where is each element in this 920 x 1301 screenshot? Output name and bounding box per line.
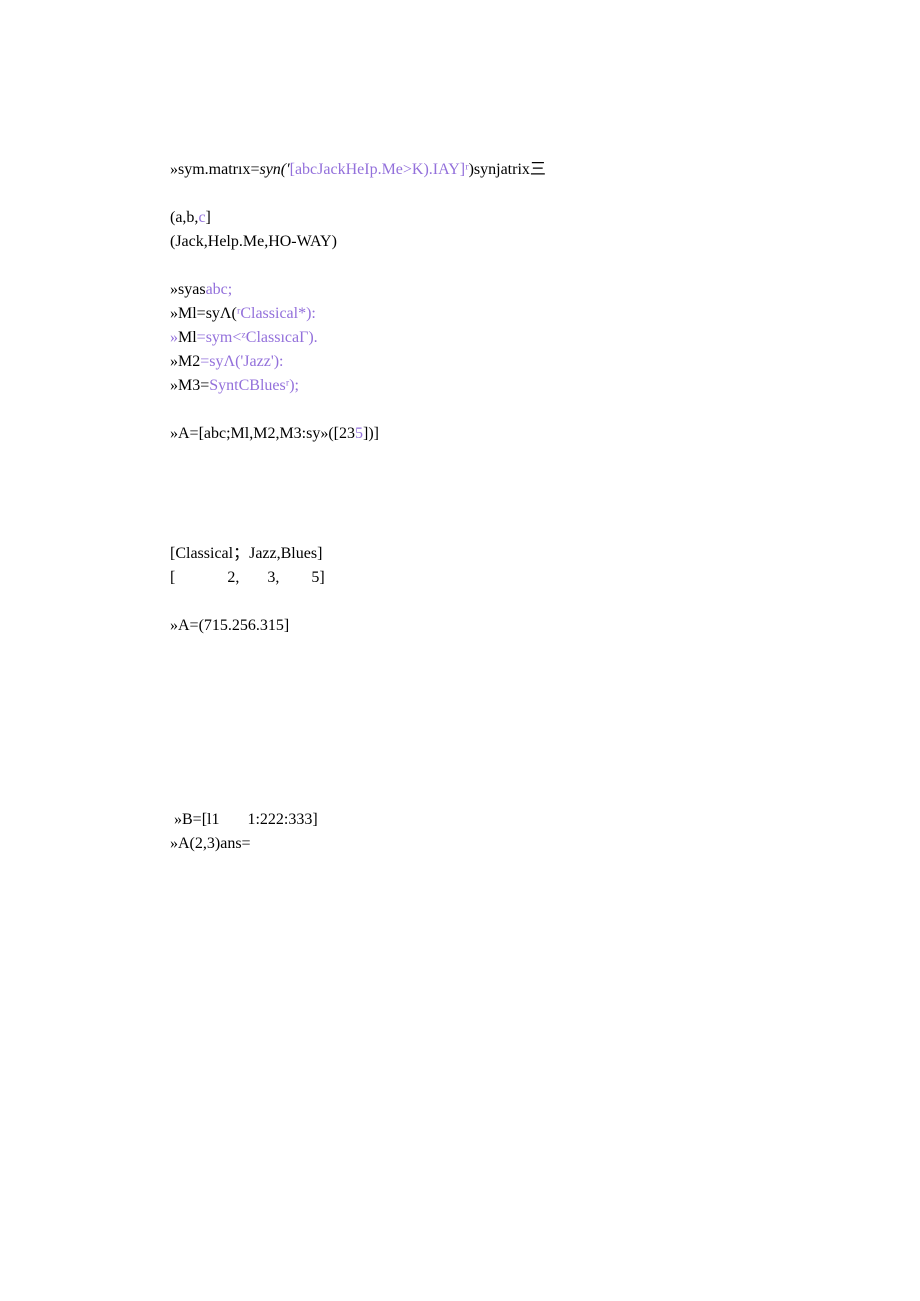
code-line: »A(2,3)ans= [170,832,770,856]
text-purple: 5 [355,425,363,442]
text: » [170,425,178,442]
text: ])] [363,425,379,442]
text-purple: » [170,329,178,346]
text: A(2,3)ans= [178,835,251,852]
text-purple: SyntCBluesʳ); [209,377,299,394]
text: (Jack,Help.Me,HO-WAY) [170,233,337,250]
text: ] [206,209,211,226]
text: B=[l1 1:222:333] [182,811,318,828]
text: A=(715.256.315] [178,617,289,634]
text: A=[abc;Ml,M2,M3:sy»([23 [178,425,355,442]
text: » [170,281,178,298]
text-purple: ʳClassical*): [237,305,316,322]
code-line: »M2=syΛ('Jazz'): [170,350,770,374]
text: Ml=syΛ( [178,305,237,322]
text: » [170,835,178,852]
output-line: [Classical；Jazz,Blues] [170,542,770,566]
text-purple: =sym<ᶻClassıcaΓ). [197,329,318,346]
text: »sym.matrıx= [170,161,259,178]
code-line: »Ml=sym<ᶻClassıcaΓ). [170,326,770,350]
text: Ml [178,329,197,346]
text: [ 2, 3, 5] [170,569,325,586]
text: M3= [178,377,209,394]
code-line: »syasabc; [170,278,770,302]
text: » [170,353,178,370]
code-line: (a,b,c] [170,206,770,230]
text: » [170,811,182,828]
code-line: »M3=SyntCBluesʳ); [170,374,770,398]
code-line: »B=[l1 1:222:333] [170,808,770,832]
text: syas [178,281,206,298]
text: » [170,305,178,322]
text: )synjatrix三 [469,161,546,178]
output-line: [ 2, 3, 5] [170,566,770,590]
text: [Classical；Jazz,Blues] [170,545,322,562]
text: (a,b, [170,209,198,226]
document-body: »sym.matrıx=syn(′[abcJackHeIp.Me>K).IAY]… [170,158,770,880]
code-line: »Ml=syΛ(ʳClassical*): [170,302,770,326]
text-purple: [abcJackHeIp.Me>K).IAY]ʳ [290,161,469,178]
code-line: »sym.matrıx=syn(′[abcJackHeIp.Me>K).IAY]… [170,158,770,182]
code-line: (Jack,Help.Me,HO-WAY) [170,230,770,254]
text: M2 [178,353,200,370]
code-line: »A=(715.256.315] [170,614,770,638]
text-purple: c [198,209,205,226]
text: » [170,617,178,634]
text: » [170,377,178,394]
text-italic: syn(′ [259,161,289,178]
text-purple: abc; [206,281,233,298]
text-purple: =syΛ('Jazz'): [200,353,283,370]
code-line: »A=[abc;Ml,M2,M3:sy»([235])] [170,422,770,446]
